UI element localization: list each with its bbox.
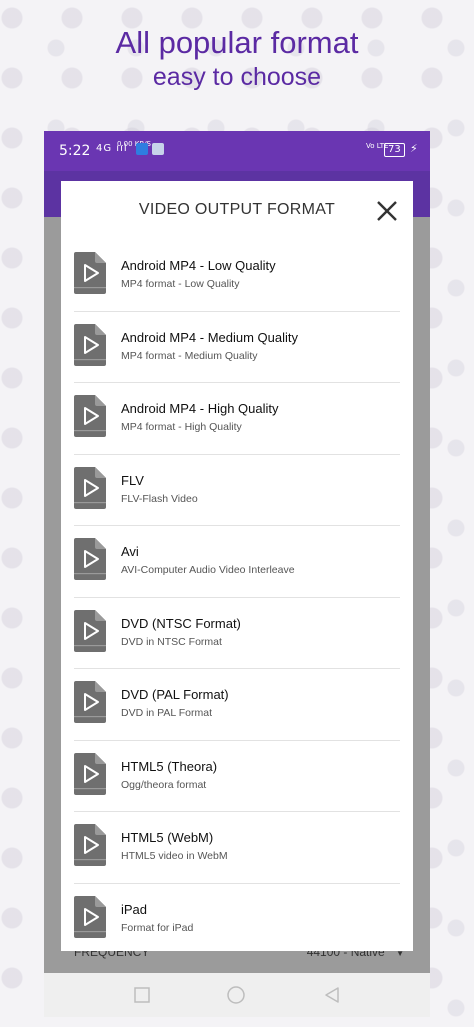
promo-title: All popular format: [115, 25, 359, 60]
video-file-icon: [74, 681, 106, 723]
status-time: 5:22: [59, 143, 91, 159]
format-name: Avi: [121, 544, 139, 559]
close-icon[interactable]: [373, 197, 401, 225]
format-name: FLV: [121, 472, 144, 488]
format-list-item[interactable]: HTML5 (WebM) HTML5 video in WebM: [74, 812, 400, 884]
video-file-icon: [74, 252, 106, 294]
format-description: MP4 format - High Quality: [121, 421, 242, 433]
format-name: DVD (NTSC Format): [121, 615, 241, 631]
video-file-icon: [74, 752, 106, 795]
video-file-icon: [74, 466, 106, 509]
format-list-item[interactable]: DVD (PAL Format) DVD in PAL Format: [74, 669, 400, 741]
format-description: AVI-Computer Audio Video Interleave: [121, 564, 295, 576]
format-name: HTML5 (Theora): [121, 758, 218, 774]
charging-icon: ⚡: [410, 142, 418, 155]
format-description: HTML5 video in WebM: [121, 850, 228, 862]
battery-icon: 73: [384, 143, 405, 157]
format-name: DVD (PAL Format): [121, 687, 229, 702]
format-description: Format for iPad: [121, 921, 194, 934]
format-description: MP4 format - Medium Quality: [121, 349, 258, 362]
format-name: HTML5 (WebM): [121, 830, 214, 845]
video-file-icon: [74, 895, 106, 938]
video-file-icon: [74, 824, 106, 866]
video-file-icon: [74, 323, 106, 366]
format-name: Android MP4 - Low Quality: [121, 258, 276, 273]
status-bar: 5:22 4G ııl 0.00 KB/S Vo LTE 73 ⚡: [44, 131, 430, 171]
video-output-format-dialog: VIDEO OUTPUT FORMAT Android MP4 - Low Qu…: [61, 181, 413, 951]
video-file-icon: [74, 609, 106, 652]
format-list-item[interactable]: Android MP4 - Low Quality MP4 format - L…: [74, 240, 400, 312]
dialog-title: VIDEO OUTPUT FORMAT: [138, 201, 336, 218]
format-description: FLV-Flash Video: [121, 492, 198, 505]
format-description: DVD in PAL Format: [121, 707, 213, 719]
format-list: Android MP4 - Low Quality MP4 format - L…: [74, 240, 400, 951]
promo-subtitle: easy to choose: [152, 63, 322, 91]
video-file-icon: [74, 395, 106, 437]
format-list-item[interactable]: FLV FLV-Flash Video: [74, 455, 400, 526]
format-list-item[interactable]: Android MP4 - Medium Quality MP4 format …: [74, 312, 400, 383]
circle-icon[interactable]: [226, 985, 246, 1005]
image-notification-icon: [152, 143, 164, 155]
format-list-item[interactable]: Avi AVI-Computer Audio Video Interleave: [74, 526, 400, 598]
format-description: MP4 format - Low Quality: [121, 278, 240, 290]
format-list-item[interactable]: HTML5 (Theora) Ogg/theora format: [74, 741, 400, 812]
app-notification-icon: [136, 143, 148, 155]
format-list-item[interactable]: DVD (NTSC Format) DVD in NTSC Format: [74, 598, 400, 669]
video-file-icon: [74, 538, 106, 580]
format-list-item[interactable]: iPad Format for iPad: [74, 884, 400, 952]
system-nav-bar: [44, 973, 430, 1017]
square-icon[interactable]: [133, 986, 151, 1004]
format-name: iPad: [121, 901, 148, 917]
format-list-item[interactable]: Android MP4 - High Quality MP4 format - …: [74, 383, 400, 455]
triangle-back-icon[interactable]: [323, 986, 341, 1004]
format-name: Android MP4 - High Quality: [121, 401, 279, 416]
format-description: DVD in NTSC Format: [121, 635, 222, 648]
promo-headline: All popular format easy to choose: [0, 24, 474, 92]
format-description: Ogg/theora format: [121, 778, 207, 791]
format-name: Android MP4 - Medium Quality: [121, 329, 299, 345]
